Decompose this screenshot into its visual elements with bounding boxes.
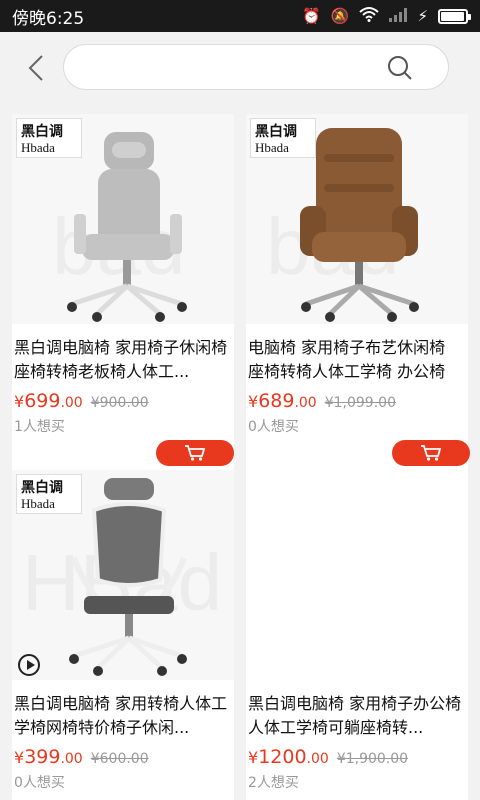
product-title[interactable]: 电脑椅 家用椅子布艺休闲椅 座椅转椅人体工学椅 办公椅	[248, 336, 466, 384]
product-image[interactable]	[246, 470, 468, 680]
product-card[interactable]: bad 黑白调 Hbada 黑白调电脑椅 家用椅子休闲椅 座椅转椅老板椅人体工.…	[12, 114, 234, 470]
status-bar: 傍晚6:25 ⏰ 🔕 ⚡	[0, 0, 480, 32]
top-bar	[0, 32, 480, 104]
product-title[interactable]: 黑白调电脑椅 家用椅子办公椅人体工学椅可躺座椅转...	[248, 692, 466, 740]
battery-icon	[438, 8, 471, 24]
play-icon[interactable]	[18, 654, 40, 676]
mute-icon: 🔕	[330, 6, 350, 25]
add-to-cart-button[interactable]	[156, 440, 234, 466]
original-price: ¥1,099.00	[324, 395, 396, 411]
wifi-icon	[359, 6, 380, 26]
original-price: ¥600.00	[90, 751, 149, 767]
product-card[interactable]: 黑白调电脑椅 家用椅子办公椅人体工学椅可躺座椅转... ¥1200.00 ¥1,…	[246, 470, 468, 800]
charging-icon: ⚡	[417, 6, 428, 25]
want-count: 1人想买	[14, 419, 65, 435]
want-count: 2人想买	[248, 775, 299, 791]
product-price: ¥699.00 ¥900.00	[14, 390, 149, 412]
product-price: ¥399.00 ¥600.00	[14, 746, 149, 768]
product-card[interactable]: HBad 黑白调 Hbada 黑白调电脑椅 家用转椅人体工学椅网椅特价椅子休闲.…	[12, 470, 234, 800]
product-price: ¥1200.00 ¥1,900.00	[248, 746, 409, 768]
search-box[interactable]	[63, 44, 449, 90]
product-card[interactable]: bad 黑白调 Hbada 电脑椅 家用椅子布艺休闲椅 座椅转椅人体工学椅 办公…	[246, 114, 470, 470]
search-icon[interactable]	[386, 54, 414, 82]
back-button[interactable]	[20, 48, 52, 88]
original-price: ¥1,900.00	[336, 751, 409, 767]
brand-logo: 黑白调 Hbada	[16, 118, 82, 158]
brand-logo: 黑白调 Hbada	[250, 118, 316, 158]
product-image[interactable]: bad 黑白调 Hbada	[246, 114, 468, 324]
want-count: 0人想买	[14, 775, 65, 791]
status-time: 傍晚6:25	[12, 8, 85, 29]
cart-icon	[421, 445, 442, 461]
product-price: ¥689.00 ¥1,099.00	[248, 390, 396, 412]
search-input[interactable]	[84, 53, 384, 81]
want-count: 0人想买	[248, 419, 299, 435]
brand-logo: 黑白调 Hbada	[16, 474, 82, 514]
cart-icon	[185, 445, 206, 461]
add-to-cart-button[interactable]	[392, 440, 470, 466]
product-title[interactable]: 黑白调电脑椅 家用转椅人体工学椅网椅特价椅子休闲...	[14, 692, 232, 740]
signal-icon	[389, 7, 408, 26]
original-price: ¥900.00	[90, 395, 149, 411]
product-image[interactable]: HBad 黑白调 Hbada	[12, 470, 234, 680]
chevron-left-icon	[28, 55, 43, 81]
product-title[interactable]: 黑白调电脑椅 家用椅子休闲椅 座椅转椅老板椅人体工...	[14, 336, 232, 384]
status-icons: ⏰ 🔕 ⚡	[302, 6, 471, 26]
product-image[interactable]: bad 黑白调 Hbada	[12, 114, 234, 324]
alarm-icon: ⏰	[302, 6, 321, 25]
